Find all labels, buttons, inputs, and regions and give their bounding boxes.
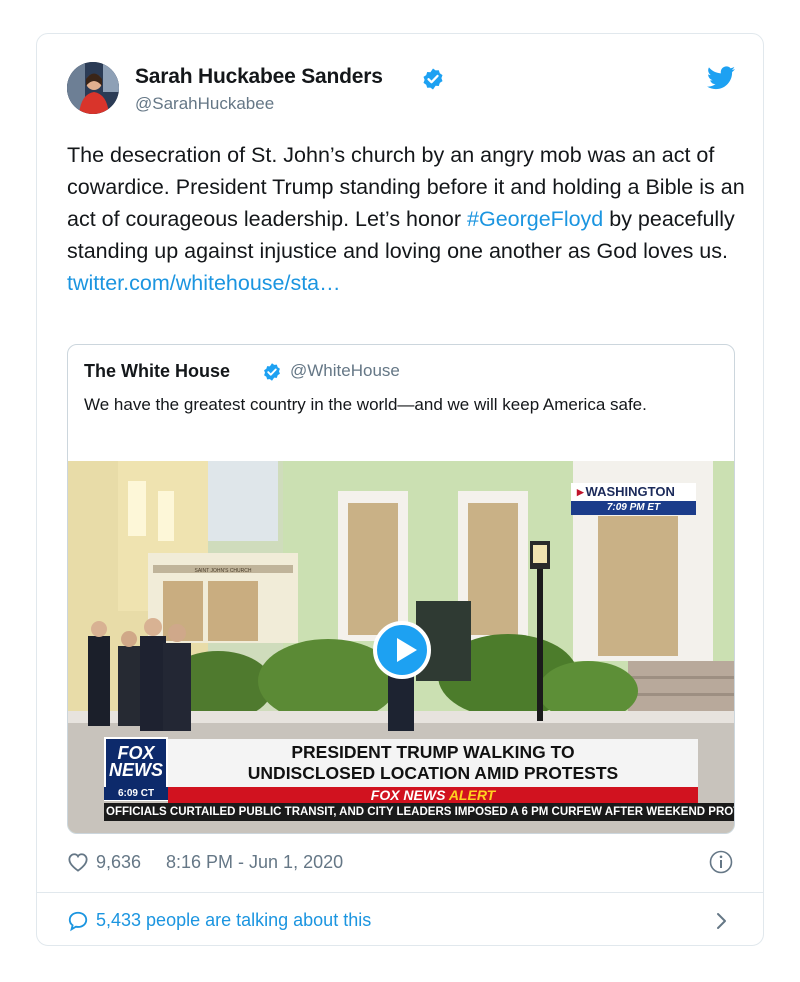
heart-icon[interactable] — [67, 852, 89, 872]
alert-word: ALERT — [448, 787, 496, 803]
author-handle[interactable]: @SarahHuckabee — [135, 94, 274, 114]
timestamp[interactable]: 8:16 PM - Jun 1, 2020 — [166, 852, 343, 873]
like-count[interactable]: 9,636 — [96, 852, 141, 873]
location-badge: ▸ WASHINGTON 7:09 PM ET — [571, 483, 696, 515]
tweet-text: The desecration of St. John’s church by … — [67, 139, 747, 299]
quoted-tweet[interactable]: The White House @WhiteHouse We have the … — [67, 344, 735, 834]
alert-bar: FOX NEWS ALERT — [168, 787, 698, 803]
info-icon[interactable] — [709, 850, 733, 874]
news-lower-third: FOX NEWS 6:09 CT PRESIDENT TRUMP WALKING… — [104, 735, 734, 833]
verified-badge-icon — [264, 363, 280, 381]
location-time: 7:09 PM ET — [571, 501, 696, 515]
twitter-bird-icon[interactable] — [707, 66, 735, 90]
news-ticker: OFFICIALS CURTAILED PUBLIC TRANSIT, AND … — [104, 803, 734, 821]
arrow-icon: ▸ — [577, 484, 584, 499]
speech-bubble-icon — [68, 911, 88, 932]
author-name[interactable]: Sarah Huckabee Sanders — [135, 65, 383, 89]
divider — [37, 892, 763, 893]
alert-label: FOX NEWS — [370, 787, 449, 803]
video-player[interactable]: SAINT JOHN'S CHURCH ▸ WASHINGTON 7:09 PM… — [68, 461, 734, 833]
hashtag-link[interactable]: #GeorgeFloyd — [467, 207, 603, 231]
headline: PRESIDENT TRUMP WALKING TO UNDISCLOSED L… — [168, 739, 698, 787]
avatar[interactable] — [67, 62, 119, 114]
headline-line2: UNDISCLOSED LOCATION AMID PROTESTS — [247, 763, 619, 783]
chevron-right-icon[interactable] — [715, 910, 729, 932]
tweet-url-link[interactable]: twitter.com/whitehouse/sta… — [67, 271, 341, 295]
tweet-card: Sarah Huckabee Sanders @SarahHuckabee Th… — [36, 33, 764, 946]
talking-count[interactable]: 5,433 people are talking about this — [96, 910, 371, 931]
tweet-footer: 9,636 8:16 PM - Jun 1, 2020 — [67, 850, 737, 874]
conversation-link[interactable]: 5,433 people are talking about this — [67, 907, 737, 933]
headline-line1: PRESIDENT TRUMP WALKING TO — [291, 742, 575, 762]
logo-line2: NEWS — [109, 760, 163, 780]
play-icon[interactable] — [373, 621, 431, 679]
verified-badge-icon — [423, 68, 443, 90]
location-label: WASHINGTON — [585, 484, 675, 499]
quoted-author-name[interactable]: The White House — [84, 361, 230, 382]
quoted-author-handle[interactable]: @WhiteHouse — [290, 361, 400, 381]
church-sign-text: SAINT JOHN'S CHURCH — [195, 568, 252, 574]
logo-time: 6:09 CT — [104, 787, 168, 800]
quoted-tweet-text: We have the greatest country in the worl… — [84, 395, 647, 414]
